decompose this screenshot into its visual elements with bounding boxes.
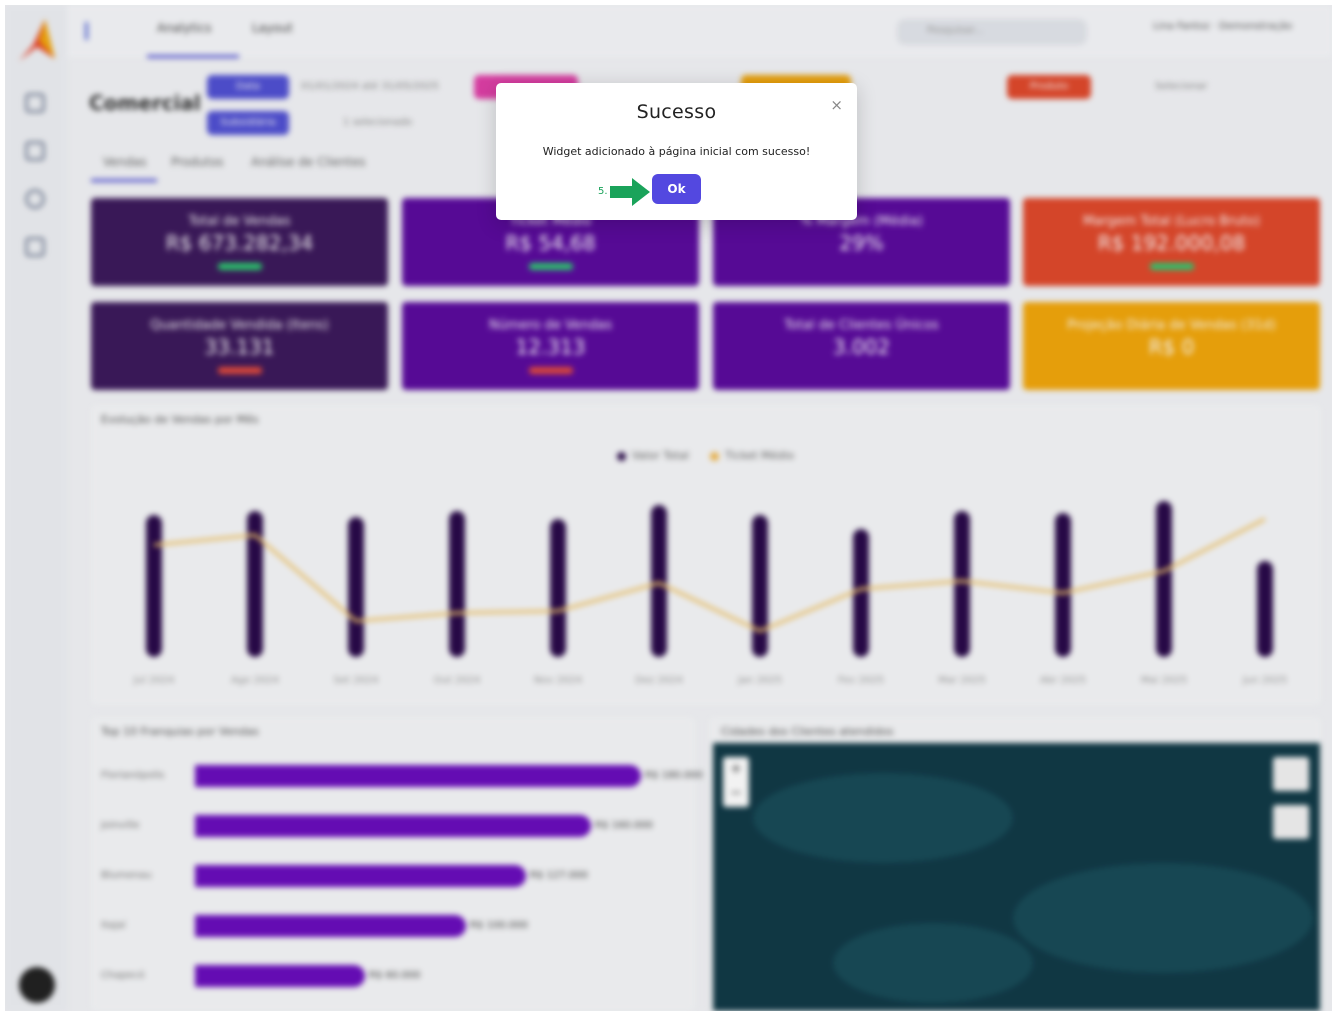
dialog-message: Widget adicionado à página inicial com s… bbox=[542, 145, 811, 158]
dialog-title: Sucesso bbox=[636, 101, 717, 123]
arrow-right-icon bbox=[610, 178, 650, 206]
step-number: 5. bbox=[598, 186, 608, 197]
close-icon[interactable]: × bbox=[830, 96, 843, 114]
ok-button[interactable]: Ok bbox=[652, 174, 701, 204]
screen: Analytics Layout Pesquisar... Lina Fanto… bbox=[5, 5, 1332, 1011]
success-dialog: Sucesso × Widget adicionado à página ini… bbox=[496, 83, 857, 220]
